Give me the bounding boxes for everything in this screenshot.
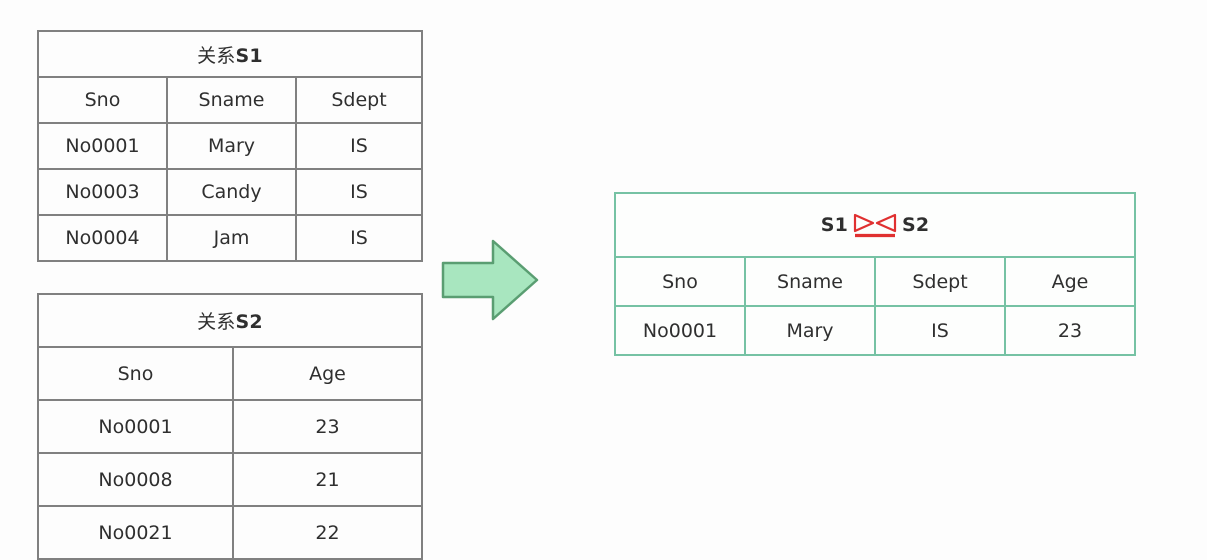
table-title-row: 关系S1 xyxy=(37,30,423,78)
column-header-sname: Sname xyxy=(744,256,876,307)
table-title-s1-id: S1 xyxy=(235,44,263,67)
join-left-operand: S1 xyxy=(820,213,848,236)
cell-sdept: IS xyxy=(295,122,423,170)
table-row: No0001 23 xyxy=(37,399,423,454)
table-row: No0004 Jam IS xyxy=(37,214,423,262)
cell-sdept: IS xyxy=(295,168,423,216)
table-header-row: Sno Age xyxy=(37,346,423,401)
cell-sname: Jam xyxy=(166,214,297,262)
cell-sno: No0004 xyxy=(37,214,168,262)
table-title-row: 关系S2 xyxy=(37,293,423,348)
table-header-row: Sno Sname Sdept xyxy=(37,76,423,124)
table-row: No0003 Candy IS xyxy=(37,168,423,216)
cell-sname: Candy xyxy=(166,168,297,216)
cell-sdept: IS xyxy=(874,305,1006,356)
column-header-sno: Sno xyxy=(614,256,746,307)
table-title-result: S1 S2 xyxy=(614,192,1136,258)
relation-table-s2: 关系S2 Sno Age No0001 23 No0008 21 No0021 … xyxy=(37,293,423,560)
relation-table-s1: 关系S1 Sno Sname Sdept No0001 Mary IS No00… xyxy=(37,30,423,262)
cell-sno: No0021 xyxy=(37,505,234,560)
table-title-s1: 关系S1 xyxy=(37,30,423,78)
table-header-row: Sno Sname Sdept Age xyxy=(614,256,1136,307)
table-row: No0001 Mary IS xyxy=(37,122,423,170)
table-title-row: S1 S2 xyxy=(614,192,1136,258)
cell-sname: Mary xyxy=(166,122,297,170)
cell-sname: Mary xyxy=(744,305,876,356)
natural-join-bowtie-icon xyxy=(852,212,898,238)
table-row: No0001 Mary IS 23 xyxy=(614,305,1136,356)
table-row: No0021 22 xyxy=(37,505,423,560)
table-title-s2-prefix: 关系 xyxy=(197,311,236,333)
column-header-age: Age xyxy=(1004,256,1136,307)
cell-sno: No0001 xyxy=(614,305,746,356)
column-header-age: Age xyxy=(232,346,423,401)
join-expression: S1 S2 xyxy=(821,212,930,238)
column-header-sno: Sno xyxy=(37,346,234,401)
table-title-s2: 关系S2 xyxy=(37,293,423,348)
cell-age: 22 xyxy=(232,505,423,560)
table-title-s1-prefix: 关系 xyxy=(197,44,236,67)
cell-sno: No0003 xyxy=(37,168,168,216)
column-header-sdept: Sdept xyxy=(295,76,423,124)
cell-sno: No0001 xyxy=(37,399,234,454)
relation-table-result: S1 S2 Sno Sname Sdept Age No0001 Mary IS… xyxy=(614,192,1136,356)
cell-age: 21 xyxy=(232,452,423,507)
cell-sdept: IS xyxy=(295,214,423,262)
right-arrow-icon xyxy=(441,236,541,324)
cell-sno: No0001 xyxy=(37,122,168,170)
diagram-canvas: 关系S1 Sno Sname Sdept No0001 Mary IS No00… xyxy=(0,0,1207,560)
cell-sno: No0008 xyxy=(37,452,234,507)
column-header-sname: Sname xyxy=(166,76,297,124)
cell-age: 23 xyxy=(232,399,423,454)
table-row: No0008 21 xyxy=(37,452,423,507)
join-right-operand: S2 xyxy=(902,213,930,236)
column-header-sno: Sno xyxy=(37,76,168,124)
table-title-s2-id: S2 xyxy=(235,311,263,333)
cell-age: 23 xyxy=(1004,305,1136,356)
column-header-sdept: Sdept xyxy=(874,256,1006,307)
